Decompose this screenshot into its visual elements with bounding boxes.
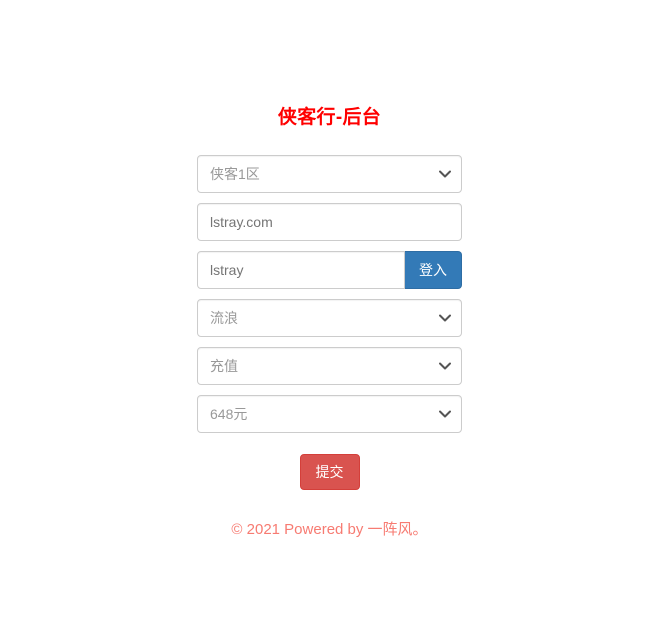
server-select-wrapper[interactable]: 侠客1区: [197, 155, 462, 193]
site-input[interactable]: [197, 203, 462, 241]
form-row-character: 流浪: [197, 299, 462, 337]
form-row-site: [197, 203, 462, 241]
character-select-wrapper[interactable]: 流浪: [197, 299, 462, 337]
server-select[interactable]: 侠客1区: [197, 155, 462, 193]
form-row-server: 侠客1区: [197, 155, 462, 193]
submit-button[interactable]: 提交: [299, 454, 360, 490]
action-select-wrapper[interactable]: 充值: [197, 347, 462, 385]
recharge-form: 侠客1区 登入: [197, 155, 462, 490]
submit-row: 提交: [197, 454, 462, 490]
account-input[interactable]: [197, 251, 405, 289]
page-container: 侠客行-后台 侠客1区 lstray.com lstray 登入 流浪 充值 6…: [0, 0, 659, 540]
form-row-account: 登入: [197, 251, 462, 289]
account-input-group: 登入: [197, 251, 462, 289]
character-select[interactable]: 流浪: [197, 299, 462, 337]
form-row-amount: 648元: [197, 395, 462, 433]
admin-page: 侠客行-后台 侠客1区 lstray.com lstray 登入 流浪 充值 6…: [0, 0, 659, 637]
amount-select-wrapper[interactable]: 648元: [197, 395, 462, 433]
action-select[interactable]: 充值: [197, 347, 462, 385]
footer-copyright: © 2021 Powered by 一阵风。: [231, 521, 428, 538]
login-button[interactable]: 登入: [405, 251, 462, 289]
page-title: 侠客行-后台: [277, 107, 382, 128]
amount-select[interactable]: 648元: [197, 395, 462, 433]
form-row-action: 充值: [197, 347, 462, 385]
